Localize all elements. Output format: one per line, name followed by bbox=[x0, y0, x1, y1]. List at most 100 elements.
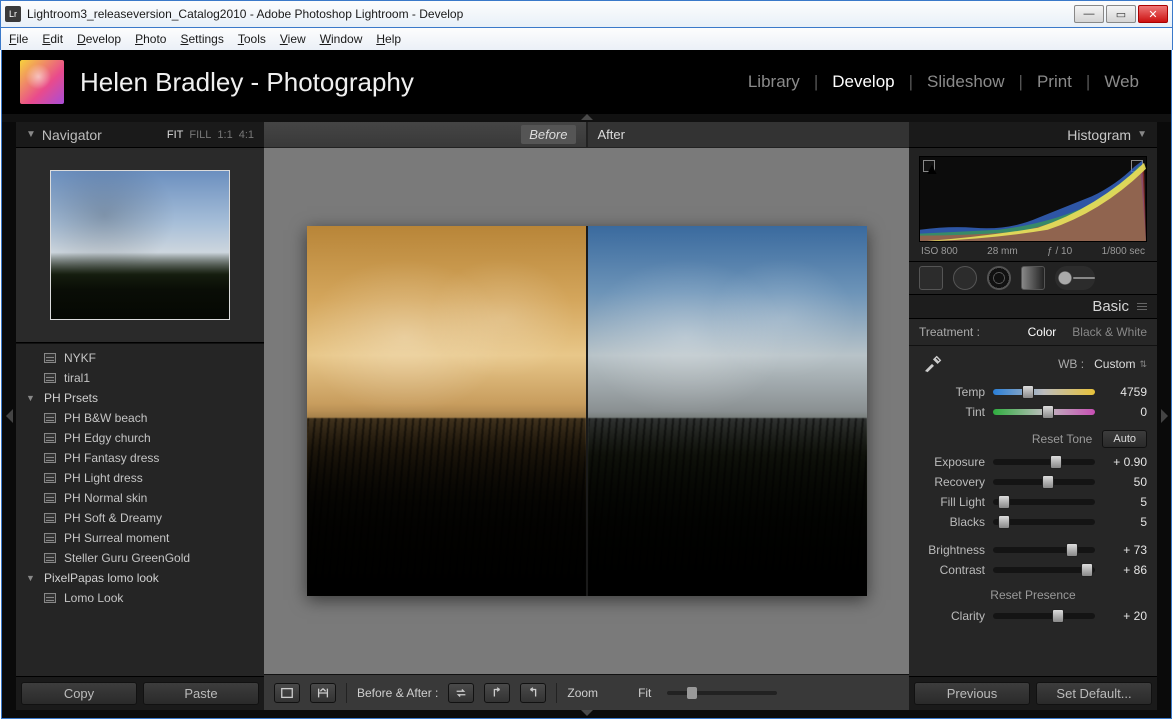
preset-item[interactable]: PH Light dress bbox=[16, 468, 264, 488]
menu-window[interactable]: Window bbox=[320, 32, 363, 46]
nav-zoom-fit[interactable]: FIT bbox=[167, 129, 184, 141]
crop-tool-icon[interactable] bbox=[919, 266, 943, 290]
preset-item[interactable]: PH Normal skin bbox=[16, 488, 264, 508]
module-print[interactable]: Print bbox=[1023, 72, 1086, 92]
compare-view-button[interactable] bbox=[310, 683, 336, 703]
menu-photo[interactable]: Photo bbox=[135, 32, 166, 46]
set-default-button[interactable]: Set Default... bbox=[1036, 682, 1152, 705]
right-panel-toggle[interactable] bbox=[1157, 122, 1171, 710]
clarity-slider[interactable] bbox=[993, 613, 1095, 619]
brush-tool-icon[interactable] bbox=[1055, 266, 1095, 290]
paste-button[interactable]: Paste bbox=[143, 682, 259, 705]
preset-icon bbox=[44, 413, 56, 423]
menu-file[interactable]: File bbox=[9, 32, 28, 46]
module-library[interactable]: Library bbox=[734, 72, 814, 92]
filmstrip-toggle-icon[interactable] bbox=[581, 710, 593, 716]
exposure-value[interactable]: + 0.90 bbox=[1103, 455, 1147, 469]
preset-item[interactable]: PH Surreal moment bbox=[16, 528, 264, 548]
nav-zoom-4to1[interactable]: 4:1 bbox=[239, 129, 254, 141]
navigator-header[interactable]: ▼ Navigator FIT FILL 1:1 4:1 bbox=[16, 122, 264, 148]
clarity-value[interactable]: + 20 bbox=[1103, 609, 1147, 623]
window-minimize-button[interactable]: — bbox=[1074, 5, 1104, 23]
menu-edit[interactable]: Edit bbox=[42, 32, 63, 46]
copy-before-button[interactable] bbox=[484, 683, 510, 703]
brightness-value[interactable]: + 73 bbox=[1103, 543, 1147, 557]
recovery-slider[interactable] bbox=[993, 479, 1095, 485]
menu-settings[interactable]: Settings bbox=[180, 32, 223, 46]
menu-view[interactable]: View bbox=[280, 32, 306, 46]
recovery-value[interactable]: 50 bbox=[1103, 475, 1147, 489]
blacks-value[interactable]: 5 bbox=[1103, 515, 1147, 529]
brightness-label: Brightness bbox=[919, 543, 985, 557]
tint-value[interactable]: 0 bbox=[1103, 405, 1147, 419]
temp-label: Temp bbox=[919, 385, 985, 399]
preset-item[interactable]: PH B&W beach bbox=[16, 408, 264, 428]
left-panel-toggle[interactable] bbox=[2, 122, 16, 710]
fill-slider[interactable] bbox=[993, 499, 1095, 505]
navigator-title: Navigator bbox=[42, 127, 102, 143]
contrast-slider[interactable] bbox=[993, 567, 1095, 573]
gradient-tool-icon[interactable] bbox=[1021, 266, 1045, 290]
preset-icon bbox=[44, 553, 56, 563]
module-web[interactable]: Web bbox=[1090, 72, 1153, 92]
tint-slider[interactable] bbox=[993, 409, 1095, 415]
temp-slider[interactable] bbox=[993, 389, 1095, 395]
spot-tool-icon[interactable] bbox=[953, 266, 977, 290]
eyedropper-icon[interactable] bbox=[919, 350, 947, 378]
preset-folder[interactable]: ▼PixelPapas lomo look bbox=[16, 568, 264, 588]
redeye-tool-icon[interactable] bbox=[987, 266, 1011, 290]
loupe-view-button[interactable] bbox=[274, 683, 300, 703]
copy-after-button[interactable] bbox=[520, 683, 546, 703]
histogram-header[interactable]: Histogram▼ bbox=[909, 122, 1157, 148]
preset-icon bbox=[44, 453, 56, 463]
preset-icon bbox=[44, 433, 56, 443]
reset-tone-label[interactable]: Reset Tone bbox=[1032, 432, 1093, 446]
previous-button[interactable]: Previous bbox=[914, 682, 1030, 705]
histogram[interactable]: ▲ ▲ bbox=[919, 156, 1147, 242]
top-panel-toggle-icon[interactable] bbox=[581, 114, 593, 120]
preset-label: NYKF bbox=[64, 351, 96, 365]
temp-value[interactable]: 4759 bbox=[1103, 385, 1147, 399]
auto-tone-button[interactable]: Auto bbox=[1102, 430, 1147, 448]
preset-item[interactable]: PH Edgy church bbox=[16, 428, 264, 448]
contrast-value[interactable]: + 86 bbox=[1103, 563, 1147, 577]
menu-help[interactable]: Help bbox=[376, 32, 401, 46]
preset-icon bbox=[44, 353, 56, 363]
module-develop[interactable]: Develop bbox=[818, 72, 908, 92]
module-slideshow[interactable]: Slideshow bbox=[913, 72, 1019, 92]
blacks-slider[interactable] bbox=[993, 519, 1095, 525]
basic-panel-header[interactable]: Basic bbox=[909, 295, 1157, 319]
wb-dropdown[interactable]: Custom⇅ bbox=[1094, 357, 1147, 371]
window-close-button[interactable]: ✕ bbox=[1138, 5, 1168, 23]
identity-bar: Helen Bradley - Photography Library| Dev… bbox=[2, 50, 1171, 114]
preset-item[interactable]: Lomo Look bbox=[16, 588, 264, 608]
treatment-color[interactable]: Color bbox=[1028, 325, 1057, 339]
preset-label: Lomo Look bbox=[64, 591, 123, 605]
menu-develop[interactable]: Develop bbox=[77, 32, 121, 46]
nav-zoom-fill[interactable]: FILL bbox=[189, 129, 211, 141]
photo-after bbox=[588, 226, 867, 596]
brightness-slider[interactable] bbox=[993, 547, 1095, 553]
preset-item[interactable]: NYKF bbox=[16, 348, 264, 368]
navigator-preview[interactable] bbox=[16, 148, 264, 343]
develop-toolstrip bbox=[909, 261, 1157, 295]
preset-item[interactable]: PH Fantasy dress bbox=[16, 448, 264, 468]
preset-item[interactable]: Steller Guru GreenGold bbox=[16, 548, 264, 568]
center-toolbar: Before & After : Zoom Fit bbox=[264, 674, 909, 710]
swap-ba-button[interactable] bbox=[448, 683, 474, 703]
reset-presence-label[interactable]: Reset Presence bbox=[990, 588, 1075, 602]
copy-button[interactable]: Copy bbox=[21, 682, 137, 705]
image-canvas[interactable] bbox=[264, 148, 909, 674]
preset-item[interactable]: PH Soft & Dreamy bbox=[16, 508, 264, 528]
preset-folder[interactable]: ▼PH Prsets bbox=[16, 388, 264, 408]
preset-label: PH Normal skin bbox=[64, 491, 147, 505]
menu-tools[interactable]: Tools bbox=[238, 32, 266, 46]
treatment-bw[interactable]: Black & White bbox=[1072, 325, 1147, 339]
after-label: After bbox=[598, 127, 625, 142]
fill-value[interactable]: 5 bbox=[1103, 495, 1147, 509]
zoom-slider[interactable] bbox=[667, 691, 777, 695]
preset-item[interactable]: tiral1 bbox=[16, 368, 264, 388]
nav-zoom-1to1[interactable]: 1:1 bbox=[217, 129, 232, 141]
exposure-slider[interactable] bbox=[993, 459, 1095, 465]
window-maximize-button[interactable]: ▭ bbox=[1106, 5, 1136, 23]
